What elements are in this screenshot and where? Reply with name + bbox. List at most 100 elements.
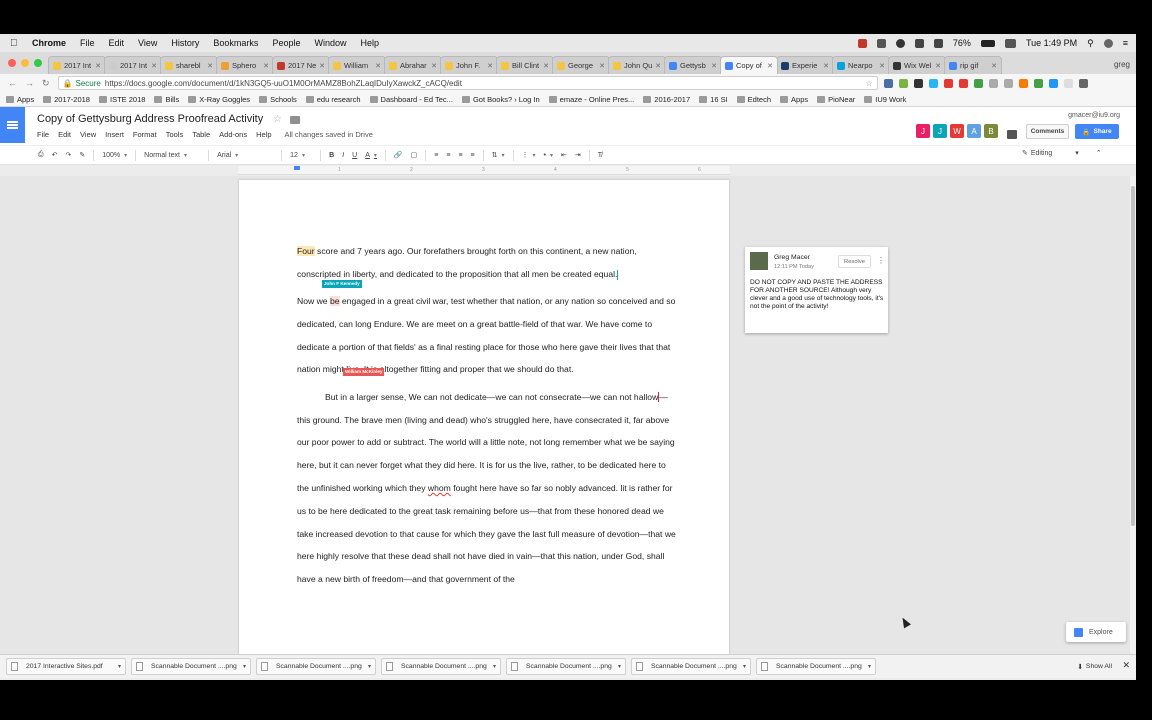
collaborator-avatar[interactable]: W: [950, 124, 964, 138]
bookmark-star-icon[interactable]: ☆: [865, 79, 872, 88]
browser-tab[interactable]: William ✕: [328, 56, 386, 74]
font-select[interactable]: Arial: [217, 152, 273, 159]
bookmark-item[interactable]: Dashboard - Ed Tec...: [369, 95, 453, 104]
link-icon[interactable]: 🔗: [394, 151, 403, 159]
align-center-icon[interactable]: ≡: [446, 152, 450, 159]
browser-tab[interactable]: sharebl ✕: [160, 56, 218, 74]
close-tab-icon[interactable]: ✕: [711, 62, 717, 70]
extension-icon[interactable]: [898, 78, 908, 88]
font-size-select[interactable]: 12: [290, 152, 312, 159]
browser-tab[interactable]: Bill Clint ✕: [496, 56, 554, 74]
browser-tab[interactable]: rip gif ✕: [944, 56, 1002, 74]
close-tab-icon[interactable]: ✕: [375, 62, 381, 70]
underline-icon[interactable]: U: [352, 152, 357, 159]
justify-icon[interactable]: ≡: [471, 152, 475, 159]
vertical-scrollbar[interactable]: [1130, 176, 1136, 654]
collaborator-avatar[interactable]: J: [933, 124, 947, 138]
bookmark-item[interactable]: edu research: [305, 95, 361, 104]
misspelled-word[interactable]: whom: [428, 483, 451, 493]
display-icon[interactable]: [876, 38, 886, 48]
scrollbar-thumb[interactable]: [1131, 186, 1135, 526]
chevron-down-icon[interactable]: ▾: [743, 663, 746, 670]
download-item[interactable]: Scannable Document ....png ▾: [631, 658, 751, 675]
share-button[interactable]: 🔒 Share: [1075, 124, 1119, 139]
paragraph-1[interactable]: Four score and 7 years ago. Our forefath…: [297, 240, 677, 286]
bookmark-item[interactable]: 16 SI: [699, 95, 728, 104]
extension-icon[interactable]: [883, 78, 893, 88]
browser-tab[interactable]: John Qu ✕: [608, 56, 666, 74]
wifi-icon[interactable]: [914, 38, 924, 48]
undo-icon[interactable]: ↶: [52, 151, 58, 159]
lock-icon[interactable]: 🔒: [63, 79, 73, 88]
menu-window[interactable]: Window: [314, 38, 346, 48]
comment-card[interactable]: Greg Macer 12:11 PM Today Resolve ⋮ DO N…: [745, 247, 888, 333]
close-tab-icon[interactable]: ✕: [487, 62, 493, 70]
account-email[interactable]: gmacer@iu9.org: [1068, 112, 1120, 119]
browser-tab[interactable]: Abrahar ✕: [384, 56, 442, 74]
menu-people[interactable]: People: [272, 38, 300, 48]
battery-icon[interactable]: [980, 39, 995, 47]
close-tab-icon[interactable]: ✕: [431, 62, 437, 70]
docs-menu-help[interactable]: Help: [256, 130, 271, 139]
browser-tab[interactable]: Experie ✕: [776, 56, 834, 74]
save-status[interactable]: All changes saved in Drive: [285, 130, 373, 139]
close-window-icon[interactable]: [8, 59, 16, 67]
siri-icon[interactable]: [1103, 38, 1113, 48]
decrease-indent-icon[interactable]: ⇤: [561, 151, 567, 159]
insert-comment-icon[interactable]: ▢: [411, 151, 418, 159]
zoom-window-icon[interactable]: [34, 59, 42, 67]
more-options-icon[interactable]: ⋮: [877, 256, 885, 265]
docs-menu-view[interactable]: View: [80, 130, 96, 139]
menu-edit[interactable]: Edit: [109, 38, 125, 48]
extension-icon[interactable]: [1018, 78, 1028, 88]
bookmark-item[interactable]: ISTE 2018: [98, 95, 145, 104]
comments-button[interactable]: Comments: [1026, 124, 1069, 139]
bookmark-item[interactable]: emaze - Online Pres...: [548, 95, 634, 104]
close-tab-icon[interactable]: ✕: [767, 62, 773, 70]
bookmark-item[interactable]: 2017-2018: [43, 95, 90, 104]
url-bar[interactable]: 🔒 Secure https://docs.google.com/documen…: [57, 76, 878, 90]
text-color-icon[interactable]: A: [365, 152, 377, 159]
collaborator-avatar[interactable]: J: [916, 124, 930, 138]
docs-menu-edit[interactable]: Edit: [58, 130, 71, 139]
close-tab-icon[interactable]: ✕: [599, 62, 605, 70]
chrome-menu-icon[interactable]: [1078, 78, 1088, 88]
print-icon[interactable]: ⎙: [38, 151, 44, 159]
docs-logo-icon[interactable]: [0, 107, 25, 143]
close-tab-icon[interactable]: ✕: [263, 62, 269, 70]
editing-mode-select[interactable]: ✎ Editing ▾ ⌃: [1022, 149, 1102, 158]
browser-tab[interactable]: George ✕: [552, 56, 610, 74]
docs-menu-insert[interactable]: Insert: [105, 130, 124, 139]
indent-marker[interactable]: [294, 166, 300, 170]
document-page[interactable]: Four score and 7 years ago. Our forefath…: [239, 180, 729, 654]
bookmark-item[interactable]: Bills: [154, 95, 179, 104]
document-title[interactable]: Copy of Gettysburg Address Proofread Act…: [37, 113, 263, 125]
menu-bookmarks[interactable]: Bookmarks: [213, 38, 258, 48]
url-text[interactable]: https://docs.google.com/document/d/1kN3G…: [105, 79, 462, 88]
bookmark-item[interactable]: Apps: [6, 95, 34, 104]
menu-history[interactable]: History: [171, 38, 199, 48]
extension-icon[interactable]: [1063, 78, 1073, 88]
bulleted-list-icon[interactable]: •: [544, 152, 553, 159]
show-all-button[interactable]: ⬇ Show All: [1077, 663, 1112, 671]
forward-icon[interactable]: →: [25, 78, 34, 88]
extension-icon[interactable]: [913, 78, 923, 88]
line-spacing-icon[interactable]: ⇅: [492, 151, 505, 159]
extension-icon[interactable]: [973, 78, 983, 88]
paint-format-icon[interactable]: ✎: [79, 151, 85, 159]
chevron-down-icon[interactable]: ▾: [493, 663, 496, 670]
docs-menu-table[interactable]: Table: [192, 130, 210, 139]
chevron-down-icon[interactable]: ▾: [118, 663, 121, 670]
chevron-down-icon[interactable]: ▾: [243, 663, 246, 670]
browser-tab[interactable]: 2017 Int ✕: [104, 56, 162, 74]
numbered-list-icon[interactable]: ⋮: [522, 151, 536, 159]
paragraph-3-text[interactable]: —this ground. The brave men (living and …: [297, 392, 675, 493]
clock[interactable]: Tue 1:49 PM: [1026, 38, 1077, 48]
close-tab-icon[interactable]: ✕: [935, 62, 941, 70]
notification-center-icon[interactable]: ≡: [1123, 38, 1128, 48]
download-item[interactable]: 2017 Interactive Sites.pdf ▾: [6, 658, 126, 675]
bookmark-item[interactable]: Got Books? › Log In: [461, 95, 540, 104]
browser-tab[interactable]: Wix Wel ✕: [888, 56, 946, 74]
highlighted-word[interactable]: be: [329, 296, 340, 307]
browser-tab[interactable]: Sphero ✕: [216, 56, 274, 74]
